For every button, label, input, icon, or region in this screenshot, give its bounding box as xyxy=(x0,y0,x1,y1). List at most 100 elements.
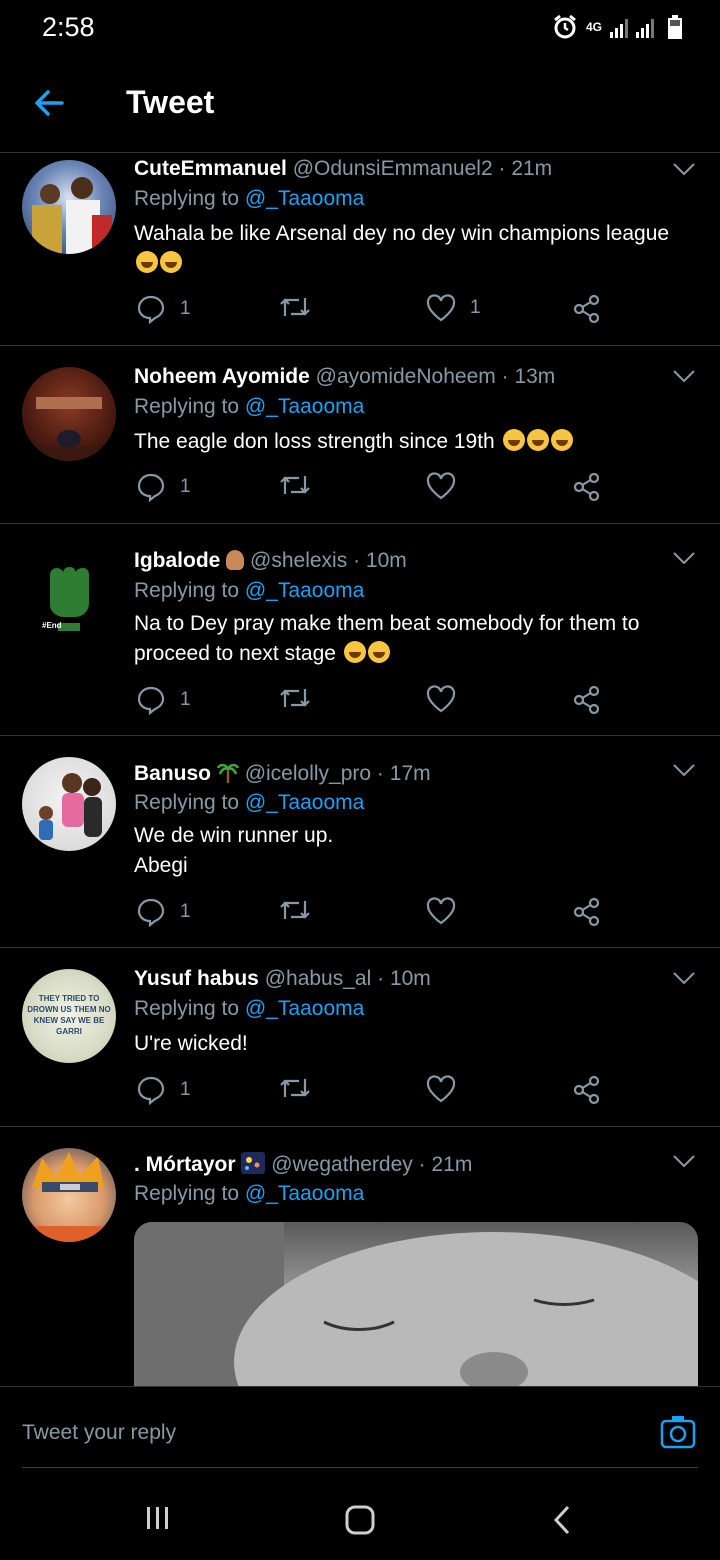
like-button[interactable] xyxy=(426,897,456,925)
author-name[interactable]: Igbalode xyxy=(134,549,220,572)
reply-button[interactable]: 1 xyxy=(136,897,191,927)
author-name[interactable]: . Mórtayor xyxy=(134,1153,236,1176)
avatar[interactable] xyxy=(22,1148,116,1242)
reply-button[interactable]: 1 xyxy=(136,472,191,502)
arrow-left-icon[interactable] xyxy=(32,86,66,120)
recents-icon[interactable] xyxy=(144,1504,172,1532)
separator: · xyxy=(377,967,385,990)
mention-link[interactable]: @_Taaooma xyxy=(245,997,364,1020)
mention-link[interactable]: @_Taaooma xyxy=(245,791,364,814)
replying-to: Replying to @_Taaooma xyxy=(134,1182,364,1206)
avatar-image xyxy=(39,773,102,840)
avatar[interactable] xyxy=(22,367,116,461)
author-name[interactable]: CuteEmmanuel xyxy=(134,157,287,180)
like-button[interactable] xyxy=(426,685,456,713)
back-icon[interactable] xyxy=(550,1504,574,1536)
tweet-time: 10m xyxy=(389,967,431,990)
tweet-card[interactable]: Banuso @icelolly_pro · 17m Replying to @… xyxy=(0,735,720,948)
page-title: Tweet xyxy=(126,84,215,120)
retweet-button[interactable] xyxy=(278,472,312,498)
chevron-down-icon[interactable] xyxy=(672,369,696,383)
reply-button[interactable]: 1 xyxy=(136,294,191,324)
mention-link[interactable]: @_Taaooma xyxy=(245,579,364,602)
tweet-card[interactable]: THEY TRIED TO DROWN US THEM NO KNEW SAY … xyxy=(0,947,720,1127)
heart-icon xyxy=(426,294,456,322)
tweet-time: 17m xyxy=(389,762,431,785)
share-button[interactable] xyxy=(572,472,602,502)
avatar[interactable] xyxy=(22,757,116,851)
retweet-icon xyxy=(280,476,310,494)
baby-photo xyxy=(134,1222,698,1386)
share-button[interactable] xyxy=(572,1075,602,1105)
avatar[interactable]: THEY TRIED TO DROWN US THEM NO KNEW SAY … xyxy=(22,969,116,1063)
tweet-header: Yusuf habus @habus_al · 10m xyxy=(134,967,431,991)
share-button[interactable] xyxy=(572,685,602,715)
author-name[interactable]: Noheem Ayomide xyxy=(134,365,310,388)
author-handle[interactable]: @ayomideNoheem xyxy=(316,365,496,388)
share-button[interactable] xyxy=(572,897,602,927)
author-handle[interactable]: @shelexis xyxy=(250,549,347,572)
composer-divider xyxy=(22,1467,698,1468)
mention-link[interactable]: @_Taaooma xyxy=(245,395,364,418)
author-handle[interactable]: @OdunsiEmmanuel2 xyxy=(293,157,493,180)
replying-label: Replying to xyxy=(134,1182,240,1205)
separator: · xyxy=(418,1153,426,1176)
grinning-emoji-icon xyxy=(343,641,366,663)
retweet-button[interactable] xyxy=(278,1075,312,1101)
heart-icon xyxy=(426,685,456,713)
chevron-down-icon[interactable] xyxy=(672,971,696,985)
tweet-card[interactable]: CuteEmmanuel @OdunsiEmmanuel2 · 21m Repl… xyxy=(0,152,720,346)
avatar[interactable]: #End xyxy=(22,545,116,639)
retweet-button[interactable] xyxy=(278,685,312,711)
tweet-time: 13m xyxy=(514,365,556,388)
tweet-time: 21m xyxy=(431,1153,473,1176)
share-icon xyxy=(573,294,600,324)
separator: · xyxy=(498,157,506,180)
retweet-button[interactable] xyxy=(278,897,312,923)
reply-icon xyxy=(137,1076,165,1105)
grinning-emoji-icon xyxy=(526,429,549,451)
chevron-down-icon[interactable] xyxy=(672,551,696,565)
reply-icon xyxy=(137,295,165,324)
share-button[interactable] xyxy=(572,294,602,324)
reply-button[interactable]: 1 xyxy=(136,685,191,715)
grinning-emoji-icon xyxy=(550,429,573,451)
reply-input[interactable]: Tweet your reply xyxy=(22,1421,176,1445)
like-button[interactable] xyxy=(426,472,456,500)
tweet-text: The eagle don loss strength since 19th xyxy=(134,427,704,457)
retweet-icon xyxy=(280,1079,310,1097)
replying-to: Replying to @_Taaooma xyxy=(134,997,364,1021)
avatar[interactable] xyxy=(22,160,116,254)
tweet-card[interactable]: Noheem Ayomide @ayomideNoheem · 13m Repl… xyxy=(0,345,720,524)
chevron-down-icon[interactable] xyxy=(672,1154,696,1168)
like-button[interactable] xyxy=(426,1075,456,1103)
tweet-header: . Mórtayor @wegatherdey · 21m xyxy=(134,1152,472,1177)
tweet-card[interactable]: #End Igbalode @shelexis · 10m Replying t… xyxy=(0,523,720,736)
reply-count: 1 xyxy=(180,476,191,497)
replying-label: Replying to xyxy=(134,395,240,418)
tweet-media-image[interactable] xyxy=(134,1222,698,1386)
replying-label: Replying to xyxy=(134,791,240,814)
tweet-text: Na to Dey pray make them beat somebody f… xyxy=(134,609,704,669)
home-icon[interactable] xyxy=(344,1504,376,1536)
camera-icon[interactable] xyxy=(660,1415,696,1449)
tweet-actions: 1 xyxy=(134,685,614,719)
mention-link[interactable]: @_Taaooma xyxy=(245,1182,364,1205)
replying-label: Replying to xyxy=(134,579,240,602)
tweet-actions: 1 xyxy=(134,897,614,931)
author-name[interactable]: Yusuf habus xyxy=(134,967,259,990)
author-handle[interactable]: @icelolly_pro xyxy=(245,762,371,785)
status-time: 2:58 xyxy=(42,12,95,42)
tweet-card[interactable]: . Mórtayor @wegatherdey · 21m Replying t… xyxy=(0,1126,720,1386)
reply-button[interactable]: 1 xyxy=(136,1075,191,1105)
retweet-button[interactable] xyxy=(278,294,312,320)
chevron-down-icon[interactable] xyxy=(672,763,696,777)
author-handle[interactable]: @wegatherdey xyxy=(271,1153,413,1176)
author-handle[interactable]: @habus_al xyxy=(265,967,372,990)
author-name[interactable]: Banuso xyxy=(134,762,211,785)
mention-link[interactable]: @_Taaooma xyxy=(245,187,364,210)
like-button[interactable]: 1 xyxy=(426,294,481,322)
share-icon xyxy=(573,685,600,715)
reply-composer: Tweet your reply xyxy=(0,1386,720,1483)
chevron-down-icon[interactable] xyxy=(672,162,696,176)
